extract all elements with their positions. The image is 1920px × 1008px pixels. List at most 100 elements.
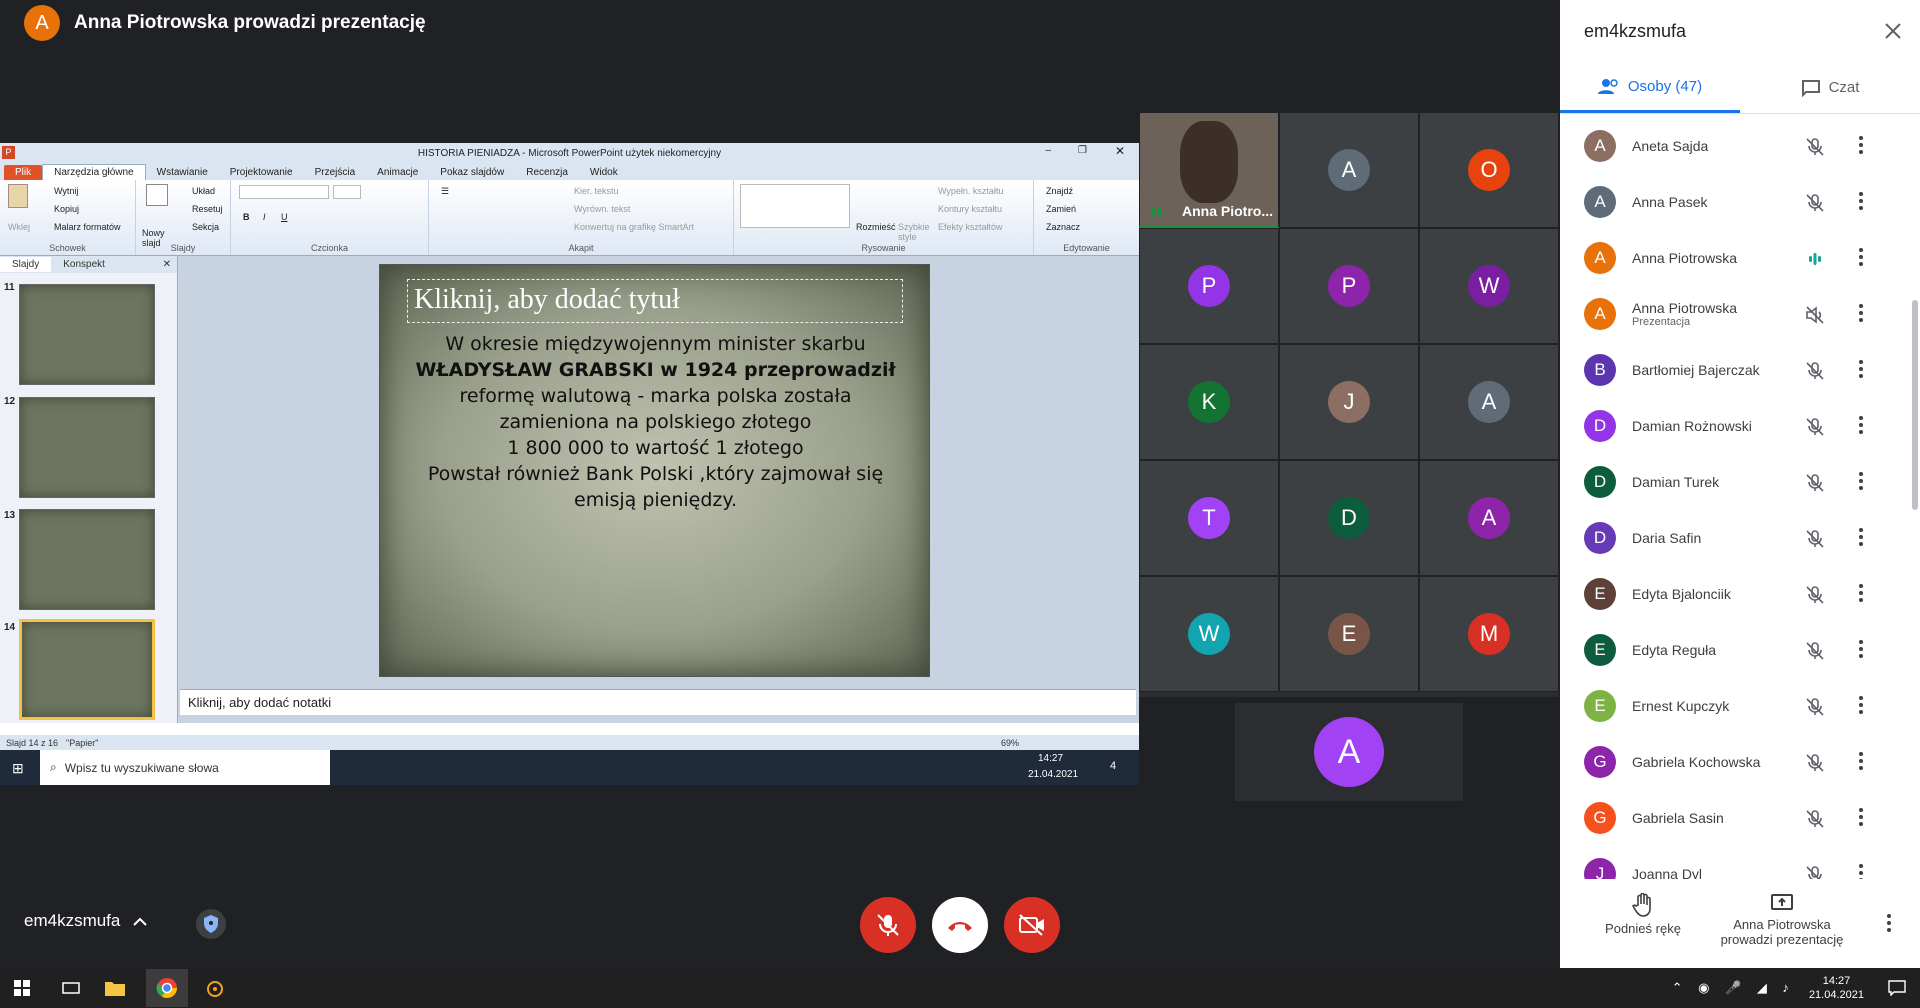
more-options-icon[interactable] [1858,246,1864,268]
reset-button[interactable]: Resetuj [192,204,223,214]
tab-animations[interactable]: Animacje [366,165,429,180]
windows-start-icon[interactable] [14,980,32,996]
tab-people[interactable]: Osoby (47) [1560,62,1740,113]
shape-outline-button[interactable]: Kontury kształtu [938,204,1002,214]
chrome-icon[interactable] [146,969,188,1007]
font-family-select[interactable] [239,185,329,199]
participant-tile[interactable]: M [1419,576,1559,692]
mic-off-icon[interactable] [1804,640,1826,662]
more-options-icon[interactable] [1858,302,1864,324]
more-options-icon[interactable] [1858,638,1864,660]
security-shield-icon[interactable] [196,909,226,939]
restore-icon[interactable]: ❐ [1078,145,1087,156]
underline-button[interactable]: U [281,212,288,222]
participant-tile[interactable]: W [1419,228,1559,344]
align-text-button[interactable]: Wyrówn. tekst [574,204,630,214]
tab-outline[interactable]: Konspekt [51,257,117,272]
speaking-icon[interactable] [1804,248,1826,270]
tab-design[interactable]: Projektowanie [219,165,304,180]
mic-off-icon[interactable] [1804,472,1826,494]
italic-button[interactable]: I [263,212,266,222]
arrange-button[interactable]: Rozmieść [856,222,896,232]
more-options-icon[interactable] [1858,190,1864,212]
mic-off-icon[interactable] [1804,696,1826,718]
participant-tile[interactable]: E [1279,576,1419,692]
bullets-icon[interactable]: ☰ [441,186,449,197]
notes-pane[interactable]: Kliknij, aby dodać notatki [180,689,1136,715]
remote-notification-count[interactable]: 4 [1110,760,1116,772]
tile-video[interactable]: ▮▮ Anna Piotro... [1139,112,1279,228]
mic-off-icon[interactable] [1804,192,1826,214]
participant-row[interactable]: E Edyta Reguła [1560,622,1920,678]
ppt-app-icon[interactable]: P [2,146,15,159]
participant-row[interactable]: J Joanna Dyl [1560,846,1920,879]
new-slide-icon[interactable] [146,184,168,206]
more-options-icon[interactable] [1858,134,1864,156]
participant-row[interactable]: E Ernest Kupczyk [1560,678,1920,734]
participant-tile[interactable]: K [1139,344,1279,460]
participant-tile[interactable]: A [1234,702,1464,802]
more-options-icon[interactable] [1886,913,1892,933]
shape-effects-button[interactable]: Efekty kształtów [938,222,1003,232]
tab-chat[interactable]: Czat [1740,62,1920,113]
close-panel-icon[interactable] [1884,22,1902,40]
participant-tile[interactable]: W [1139,576,1279,692]
paste-icon[interactable] [8,184,28,208]
mic-off-icon[interactable] [1804,864,1826,879]
mic-off-icon[interactable] [1804,528,1826,550]
participant-row[interactable]: G Gabriela Sasin [1560,790,1920,846]
participant-tile[interactable]: A [1279,112,1419,228]
slide-thumbnail-13[interactable] [19,509,155,610]
more-options-icon[interactable] [1858,526,1864,548]
notification-icon[interactable] [1888,980,1906,996]
mic-off-icon[interactable] [1804,752,1826,774]
mic-off-icon[interactable] [1804,416,1826,438]
mic-off-icon[interactable] [1804,584,1826,606]
mic-off-icon[interactable] [1804,808,1826,830]
tab-slideshow[interactable]: Pokaz slajdów [429,165,515,180]
windows-start-icon[interactable]: ⊞ [12,760,24,777]
participant-tile[interactable]: P [1279,228,1419,344]
slide-thumbnail-12[interactable] [19,397,155,498]
tab-review[interactable]: Recenzja [515,165,579,180]
participant-row[interactable]: D Daria Safin [1560,510,1920,566]
file-explorer-icon[interactable] [104,979,126,997]
more-options-icon[interactable] [1858,414,1864,436]
participant-row[interactable]: B Bartłomiej Bajerczak [1560,342,1920,398]
participant-tile[interactable]: P [1139,228,1279,344]
more-options-icon[interactable] [1858,582,1864,604]
system-tray[interactable]: ⌃ ◉ 🎤 ◢ ♪ [1672,980,1795,996]
more-options-icon[interactable] [1858,470,1864,492]
camera-off-button[interactable] [1004,897,1060,953]
tab-file[interactable]: Plik [4,165,43,180]
mic-off-button[interactable] [860,897,916,953]
task-view-icon[interactable] [62,980,80,996]
participant-tile[interactable]: O [1419,112,1559,228]
participant-row[interactable]: A Anna Piotrowska Prezentacja [1560,286,1920,342]
shape-fill-button[interactable]: Wypełn. kształtu [938,186,1003,196]
clock[interactable]: 14:27 21.04.2021 [1809,974,1864,1002]
tab-slides[interactable]: Slajdy [0,257,52,272]
more-options-icon[interactable] [1858,750,1864,772]
current-slide[interactable]: Kliknij, aby dodać tytuł W okresie międz… [379,264,930,677]
close-icon[interactable]: ✕ [1115,144,1125,158]
participant-tile[interactable]: D [1279,460,1419,576]
volume-off-icon[interactable] [1804,304,1826,326]
participant-tile[interactable]: T [1139,460,1279,576]
more-options-icon[interactable] [1858,862,1864,879]
tab-home[interactable]: Narzędzia główne [42,164,146,180]
pinned-app-icon[interactable] [204,978,226,998]
meeting-details[interactable]: em4kzsmufa [24,911,148,931]
participant-row[interactable]: D Damian Turek [1560,454,1920,510]
raise-hand-button[interactable]: Podnieś rękę [1598,893,1688,936]
participant-tile[interactable]: A [1419,344,1559,460]
bold-button[interactable]: B [243,212,250,222]
format-painter-button[interactable]: Malarz formatów [54,222,121,232]
shapes-gallery[interactable] [740,184,850,228]
participant-row[interactable]: E Edyta Bjalonciik [1560,566,1920,622]
mic-off-icon[interactable] [1804,360,1826,382]
participant-row[interactable]: D Damian Rożnowski [1560,398,1920,454]
section-button[interactable]: Sekcja [192,222,219,232]
more-options-icon[interactable] [1858,806,1864,828]
leave-call-button[interactable] [932,897,988,953]
